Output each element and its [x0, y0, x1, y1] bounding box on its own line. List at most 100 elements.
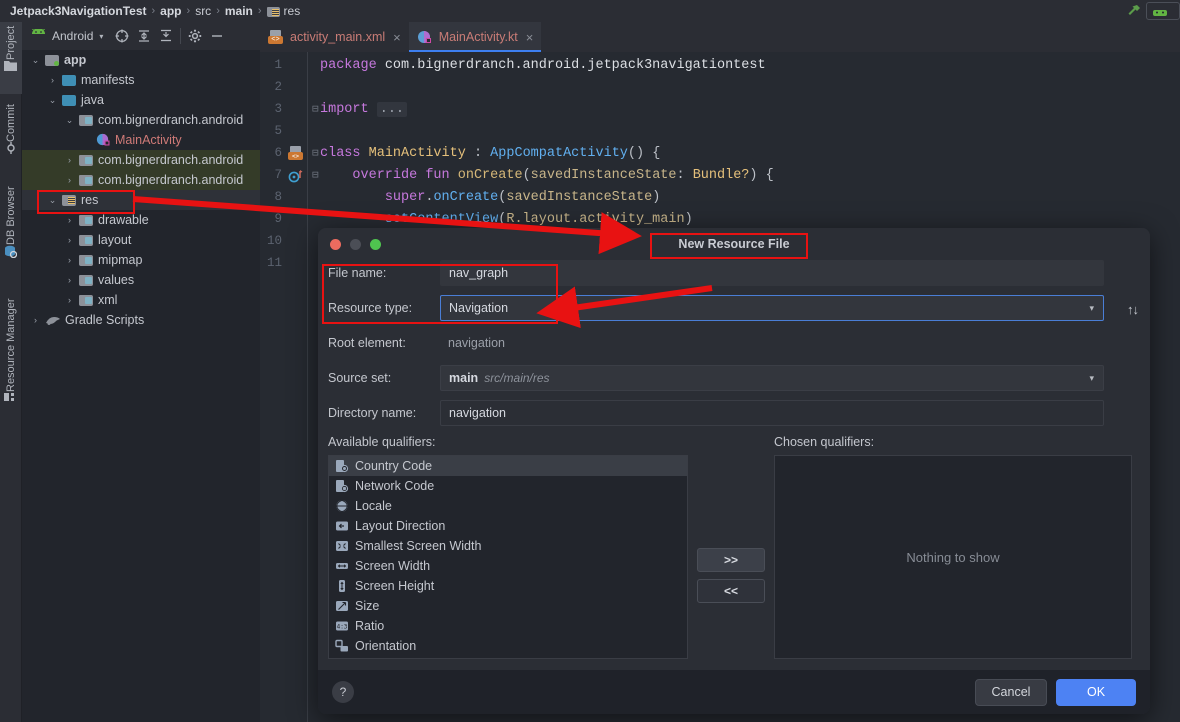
locate-icon[interactable]: [111, 25, 133, 47]
tree-expand-arrow[interactable]: ›: [64, 235, 75, 245]
tree-expand-arrow[interactable]: ›: [64, 155, 75, 165]
root-element-label: Root element:: [328, 336, 406, 350]
layout-preview-icon[interactable]: <>: [288, 146, 304, 166]
new-resource-file-dialog[interactable]: New Resource File ↑↓ File name: nav_grap…: [318, 228, 1150, 714]
tree-node-com-bignerdranch-android[interactable]: ⌄ com.bignerdranch.android: [22, 110, 260, 130]
tree-node-drawable[interactable]: › drawable: [22, 210, 260, 230]
line-number: 1: [274, 58, 282, 72]
tree-expand-arrow[interactable]: ›: [64, 255, 75, 265]
cancel-button[interactable]: Cancel: [975, 678, 1047, 706]
qualifier-item-layout-direction[interactable]: Layout Direction: [329, 516, 687, 536]
source-set-value: main: [449, 371, 479, 385]
qualifier-item-screen-height[interactable]: Screen Height: [329, 576, 687, 596]
tree-node-res[interactable]: ⌄ res: [22, 190, 260, 210]
tree-node-label: app: [64, 53, 87, 67]
db-browser-icon: [5, 245, 18, 258]
tree-expand-arrow[interactable]: ›: [30, 315, 41, 325]
qualifier-item-ratio[interactable]: 4:3 Ratio: [329, 616, 687, 636]
tree-expand-arrow[interactable]: ›: [64, 295, 75, 305]
ok-button[interactable]: OK: [1056, 678, 1136, 706]
breadcrumb-bar: Jetpack3NavigationTest › app › src › mai…: [0, 0, 1180, 22]
field-row-file-name: File name: nav_graph: [328, 260, 1140, 286]
breadcrumb-item-project[interactable]: Jetpack3NavigationTest: [10, 4, 147, 18]
chosen-qualifiers-label: Chosen qualifiers:: [774, 435, 875, 449]
remove-qualifier-button[interactable]: <<: [697, 578, 765, 603]
tool-window-resource-manager-label: Resource Manager: [5, 298, 17, 392]
hammer-icon[interactable]: [1122, 0, 1146, 22]
tree-node-mipmap[interactable]: › mipmap: [22, 250, 260, 270]
dialog-title-bar[interactable]: New Resource File: [318, 228, 1150, 260]
directory-name-input[interactable]: navigation: [440, 400, 1104, 426]
screen-width-icon: [335, 559, 349, 573]
editor-tab-mainactivity-kt[interactable]: MainActivity.kt ×: [408, 22, 542, 52]
qualifier-item-smallest-screen-width[interactable]: Smallest Screen Width: [329, 536, 687, 556]
chosen-qualifiers-list[interactable]: Nothing to show: [774, 455, 1132, 659]
directory-name-label: Directory name:: [328, 406, 417, 420]
tree-node-label: manifests: [81, 73, 135, 87]
run-config-icon[interactable]: [288, 168, 304, 189]
editor-gutter[interactable]: 1 2 3 5 6 7 8 9 10 11 <> ⊟ ⊟ ⊟: [260, 52, 320, 722]
available-qualifiers-column: Available qualifiers: Country Code Networ…: [328, 435, 688, 659]
tree-expand-arrow[interactable]: ⌄: [30, 55, 41, 66]
expand-all-icon[interactable]: [133, 25, 155, 47]
available-qualifiers-list[interactable]: Country Code Network Code Locale Layout Dir…: [328, 455, 688, 659]
breadcrumb-item-res[interactable]: res: [284, 4, 301, 18]
editor-tab-activity-main-xml[interactable]: <> activity_main.xml ×: [260, 22, 409, 52]
tree-expand-arrow[interactable]: ⌄: [47, 95, 58, 106]
qualifier-item-screen-width[interactable]: Screen Width: [329, 556, 687, 576]
tool-window-project[interactable]: Project: [0, 22, 22, 94]
tree-expand-arrow[interactable]: ›: [64, 175, 75, 185]
tree-expand-arrow[interactable]: ›: [64, 275, 75, 285]
tree-node-label: com.bignerdranch.android: [98, 113, 244, 127]
hide-minus-icon[interactable]: [206, 25, 228, 47]
chevron-down-icon[interactable]: ▾: [1089, 373, 1094, 384]
tree-node-app[interactable]: ⌄ app: [22, 50, 260, 70]
size-icon: [335, 599, 349, 613]
tree-expand-arrow[interactable]: ⌄: [47, 195, 58, 206]
android-device-icon[interactable]: [1146, 2, 1180, 20]
fold-marker-class[interactable]: ⊟: [312, 146, 319, 160]
tool-window-db-browser[interactable]: DB Browser: [0, 182, 22, 286]
file-name-input[interactable]: nav_graph: [440, 260, 1104, 286]
tree-node-values[interactable]: › values: [22, 270, 260, 290]
sort-toggle-icon[interactable]: ↑↓: [1127, 302, 1139, 317]
qualifier-item-size[interactable]: Size: [329, 596, 687, 616]
breadcrumb-item-app[interactable]: app: [160, 4, 181, 18]
tool-window-resource-manager[interactable]: Resource Manager: [0, 294, 22, 434]
tree-expand-arrow[interactable]: ›: [47, 75, 58, 85]
tree-expand-arrow[interactable]: ⌄: [64, 115, 75, 126]
qualifier-item-orientation[interactable]: Orientation: [329, 636, 687, 656]
line-number: 3: [274, 102, 282, 116]
tree-node-com-bignerdranch-android[interactable]: › com.bignerdranch.android: [22, 150, 260, 170]
qualifier-item-locale[interactable]: Locale: [329, 496, 687, 516]
tree-node-com-bignerdranch-android[interactable]: › com.bignerdranch.android: [22, 170, 260, 190]
add-qualifier-button[interactable]: >>: [697, 547, 765, 572]
gutter-divider: [307, 52, 308, 722]
tree-node-gradle-scripts[interactable]: › Gradle Scripts: [22, 310, 260, 330]
help-button[interactable]: ?: [332, 681, 354, 703]
tree-node-manifests[interactable]: › manifests: [22, 70, 260, 90]
tool-window-commit[interactable]: Commit: [0, 100, 22, 174]
tree-node-mainactivity[interactable]: ›MainActivity: [22, 130, 260, 150]
chevron-down-icon[interactable]: ▾: [1089, 303, 1094, 314]
settings-gear-icon[interactable]: [184, 25, 206, 47]
fold-marker-import[interactable]: ⊟: [312, 102, 319, 116]
close-icon[interactable]: ×: [526, 30, 534, 45]
source-set-select[interactable]: main src/main/res ▾: [440, 365, 1104, 391]
close-icon[interactable]: ×: [393, 30, 401, 45]
fold-marker-oncreate[interactable]: ⊟: [312, 168, 319, 182]
resource-type-select[interactable]: Navigation ▾: [440, 295, 1104, 321]
breadcrumb-item-src[interactable]: src: [195, 4, 211, 18]
qualifier-item-network-code[interactable]: Network Code: [329, 476, 687, 496]
source-set-path: src/main/res: [484, 371, 550, 385]
tree-node-java[interactable]: ⌄ java: [22, 90, 260, 110]
breadcrumb-item-main[interactable]: main: [225, 4, 253, 18]
project-view-selector-label[interactable]: Android: [52, 29, 93, 43]
collapse-all-icon[interactable]: [155, 25, 177, 47]
line-number: 11: [266, 256, 282, 270]
tree-node-xml[interactable]: › xml: [22, 290, 260, 310]
tree-node-layout[interactable]: › layout: [22, 230, 260, 250]
tree-expand-arrow[interactable]: ›: [64, 215, 75, 225]
chevron-down-icon[interactable]: ▾: [99, 32, 103, 41]
qualifier-item-country-code[interactable]: Country Code: [329, 456, 687, 476]
